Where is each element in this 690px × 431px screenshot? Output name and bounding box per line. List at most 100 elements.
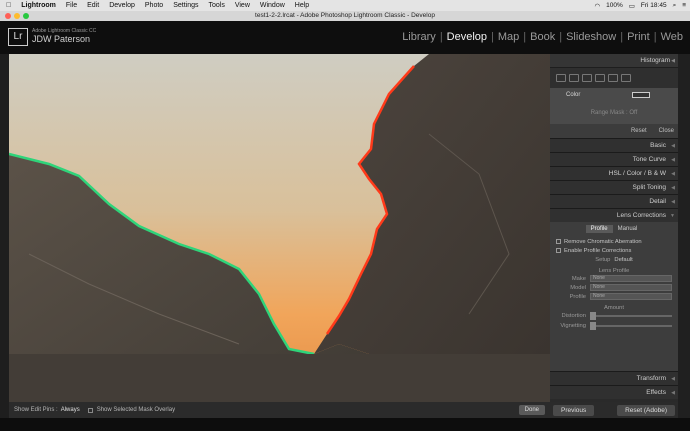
menu-icon[interactable]: ≡ <box>682 2 686 9</box>
remove-ca-checkbox[interactable] <box>556 239 561 244</box>
zoom-window-button[interactable] <box>23 13 29 19</box>
mask-reset-row: Reset Close <box>550 124 678 138</box>
panel-transform-label: Transform <box>636 375 666 382</box>
develop-toolbar: Show Edit Pins : Always Show Selected Ma… <box>9 402 550 418</box>
model-label: Model <box>570 284 586 291</box>
previous-button[interactable]: Previous <box>553 404 595 416</box>
status-area: ◠ 100% ▭ Fri 18:45 ⌕ ≡ <box>588 0 686 11</box>
panel-basic[interactable]: Basic ◀ <box>550 138 678 152</box>
distortion-label: Distortion <box>561 313 586 319</box>
panel-lens-corrections[interactable]: Lens Corrections ▼ <box>550 208 678 222</box>
menu-edit[interactable]: Edit <box>87 2 99 9</box>
done-button[interactable]: Done <box>518 405 545 415</box>
spot-removal-icon[interactable] <box>569 74 579 82</box>
panel-tone-curve[interactable]: Tone Curve ◀ <box>550 152 678 166</box>
filmstrip-toggle[interactable] <box>0 418 690 431</box>
module-map[interactable]: Map <box>495 31 522 43</box>
menu-photo[interactable]: Photo <box>145 2 163 9</box>
battery-icon[interactable]: ▭ <box>629 2 635 10</box>
make-select[interactable]: None <box>590 275 672 282</box>
show-edit-pins-select[interactable]: Always <box>61 407 80 413</box>
range-mask-row[interactable]: Range Mask : Off <box>550 102 678 124</box>
panel-transform[interactable]: Transform ◀ <box>550 371 678 385</box>
menu-window[interactable]: Window <box>260 2 285 9</box>
enable-profile-label: Enable Profile Corrections <box>564 247 632 254</box>
distortion-slider[interactable] <box>590 312 672 320</box>
module-develop[interactable]: Develop <box>444 31 490 43</box>
vignetting-slider[interactable] <box>590 322 672 330</box>
panel-tone-curve-label: Tone Curve <box>632 156 666 163</box>
identity-plate: Lr Adobe Lightroom Classic CC JDW Paters… <box>0 21 690 54</box>
tool-strip <box>550 68 678 88</box>
battery-percent: 100% <box>606 2 623 9</box>
close-button[interactable]: Close <box>659 128 674 134</box>
expand-icon: ◀ <box>671 390 675 396</box>
close-window-button[interactable] <box>5 13 11 19</box>
window-controls <box>5 13 32 19</box>
panel-detail[interactable]: Detail ◀ <box>550 194 678 208</box>
graduated-filter-icon[interactable] <box>595 74 605 82</box>
profile-select[interactable]: None <box>590 293 672 300</box>
show-edit-pins-label: Show Edit Pins : <box>14 407 58 413</box>
distortion-handle[interactable] <box>590 312 596 320</box>
make-label: Make <box>571 275 586 282</box>
photo-image <box>9 54 550 402</box>
crop-tool-icon[interactable] <box>556 74 566 82</box>
collapse-icon: ▼ <box>670 213 675 219</box>
module-book[interactable]: Book <box>527 31 558 43</box>
panel-hsl-label: HSL / Color / B & W <box>608 170 666 177</box>
minimize-window-button[interactable] <box>14 13 20 19</box>
menu-view[interactable]: View <box>235 2 250 9</box>
reset-button[interactable]: Reset <box>631 128 647 134</box>
radial-filter-icon[interactable] <box>608 74 618 82</box>
color-swatch[interactable] <box>632 92 650 98</box>
menu-lightroom[interactable]: Lightroom <box>21 2 56 9</box>
menu-help[interactable]: Help <box>295 2 309 9</box>
module-library[interactable]: Library <box>399 31 439 43</box>
histogram-header[interactable]: Histogram ◀ <box>550 54 678 68</box>
apple-icon[interactable]:  <box>6 2 11 9</box>
menu-settings[interactable]: Settings <box>173 2 198 9</box>
panel-hsl[interactable]: HSL / Color / B & W ◀ <box>550 166 678 180</box>
adjustment-brush-icon[interactable] <box>621 74 631 82</box>
panel-effects-label: Effects <box>646 389 666 396</box>
window-title-bar: test1-2-2.lrcat - Adobe Photoshop Lightr… <box>0 11 690 21</box>
menu-file[interactable]: File <box>66 2 77 9</box>
module-picker: Library | Develop | Map | Book | Slideshow | … <box>399 31 686 43</box>
menu-develop[interactable]: Develop <box>109 2 135 9</box>
expand-icon: ◀ <box>671 143 675 149</box>
lightroom-logo: Lr <box>8 28 28 46</box>
vignetting-handle[interactable] <box>590 322 596 330</box>
lens-corrections-body: Remove Chromatic Aberration Enable Profi… <box>550 235 678 371</box>
expand-icon: ◀ <box>671 185 675 191</box>
module-slideshow[interactable]: Slideshow <box>563 31 619 43</box>
expand-icon: ◀ <box>671 376 675 382</box>
search-icon[interactable]: ⌕ <box>673 2 677 10</box>
expand-icon: ◀ <box>671 199 675 205</box>
enable-profile-checkbox[interactable] <box>556 248 561 253</box>
model-select[interactable]: None <box>590 284 672 291</box>
panel-effects[interactable]: Effects ◀ <box>550 385 678 399</box>
menu-bar:  Lightroom File Edit Develop Photo Sett… <box>0 0 690 11</box>
panel-basic-label: Basic <box>650 142 666 149</box>
photo-canvas[interactable] <box>9 54 550 402</box>
panel-split-toning[interactable]: Split Toning ◀ <box>550 180 678 194</box>
mask-color-row: Color <box>550 88 678 102</box>
histogram-title: Histogram <box>640 57 670 64</box>
tab-profile[interactable]: Profile <box>585 224 613 233</box>
reset-adobe-button[interactable]: Reset (Adobe) <box>617 404 675 416</box>
tab-manual[interactable]: Manual <box>613 225 643 233</box>
panel-lens-corrections-label: Lens Corrections <box>616 212 666 219</box>
setup-label: Setup <box>595 256 611 263</box>
mask-overlay-checkbox[interactable] <box>87 407 93 413</box>
red-eye-icon[interactable] <box>582 74 592 82</box>
setup-select[interactable]: Default <box>614 257 632 263</box>
module-web[interactable]: Web <box>658 31 686 43</box>
clock[interactable]: Fri 18:45 <box>641 2 667 9</box>
wifi-icon[interactable]: ◠ <box>594 2 600 10</box>
left-panel-toggle[interactable] <box>0 54 9 418</box>
module-print[interactable]: Print <box>624 31 653 43</box>
right-panel-scrollbar[interactable] <box>678 54 690 418</box>
menu-tools[interactable]: Tools <box>208 2 224 9</box>
lens-tabs: Profile Manual <box>550 222 678 235</box>
